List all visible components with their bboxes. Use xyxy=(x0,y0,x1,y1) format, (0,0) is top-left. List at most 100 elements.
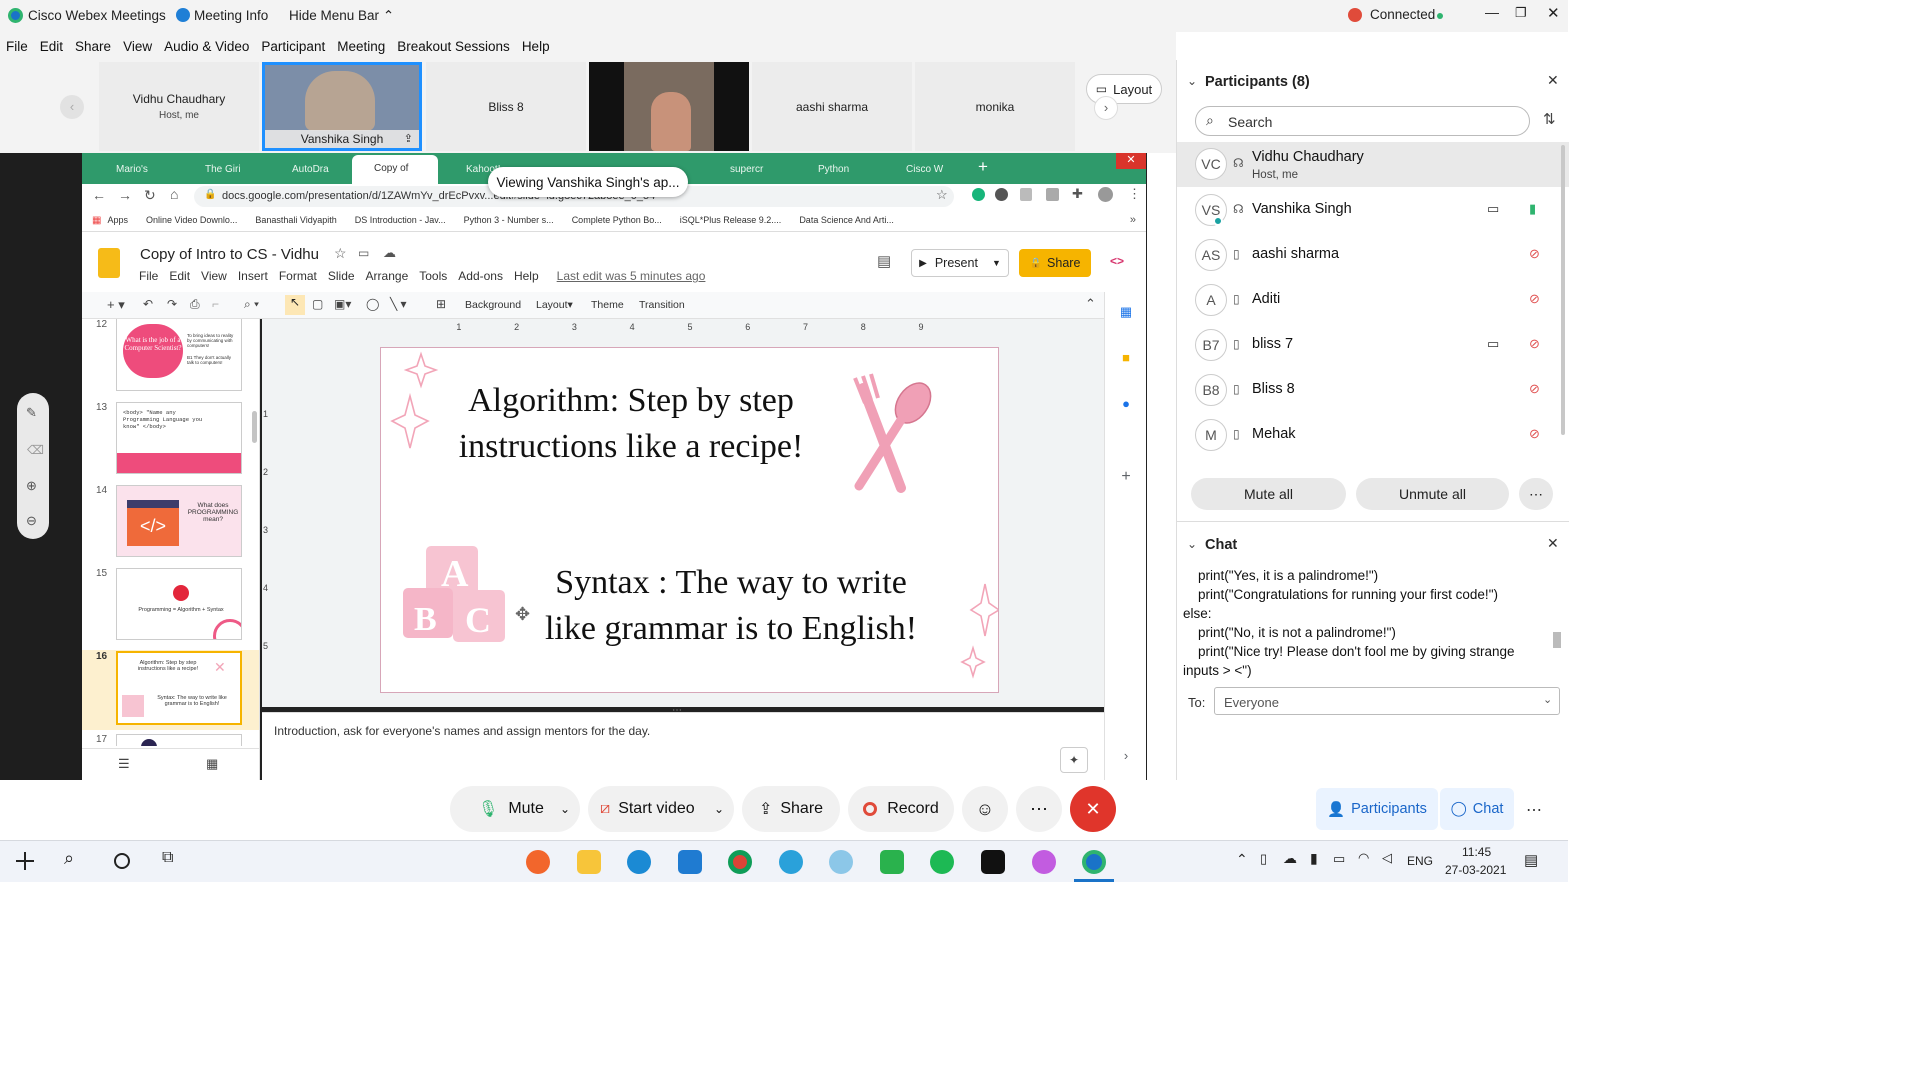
keep-icon[interactable]: ■ xyxy=(1105,350,1147,370)
browser-tab[interactable]: Python xyxy=(796,158,874,182)
connection-status[interactable]: Connected xyxy=(1370,7,1435,22)
mic-muted-icon[interactable]: ⊘ xyxy=(1529,246,1540,262)
bookmark-item[interactable]: Data Science And Arti... xyxy=(799,215,894,225)
present-button[interactable]: ▶ Present ▼ xyxy=(911,249,1009,277)
mic-active-icon[interactable]: ▮ xyxy=(1529,201,1536,217)
participant-row[interactable]: A ▯ Aditi ⊘ xyxy=(1177,278,1569,323)
slides-menu-insert[interactable]: Insert xyxy=(238,269,268,283)
comments-icon[interactable]: ▤ xyxy=(877,252,891,270)
share-doc-button[interactable]: 🔒 Share xyxy=(1019,249,1091,277)
vscode-icon[interactable] xyxy=(678,850,702,874)
pycharm-icon[interactable] xyxy=(981,850,1005,874)
textbox-tool-icon[interactable]: ▢ xyxy=(312,297,323,311)
leave-meeting-button[interactable]: ✕ xyxy=(1070,786,1116,832)
chevron-down-icon[interactable]: ⌄ xyxy=(1187,74,1197,88)
chat-toggle-button[interactable]: ◯ Chat xyxy=(1440,788,1514,830)
video-tile-camera[interactable] xyxy=(589,62,749,151)
onedrive-icon[interactable]: ☁ xyxy=(1283,850,1297,867)
explore-icon[interactable]: ✦ xyxy=(1060,747,1088,773)
new-slide-icon[interactable]: + ▾ xyxy=(107,297,125,313)
mute-button[interactable]: 🎙 Mute ⌄ xyxy=(450,786,580,832)
video-tile-vanshika[interactable]: Vanshika Singh ⇪ xyxy=(262,62,422,151)
reactions-button[interactable]: ☺ xyxy=(962,786,1008,832)
participant-row[interactable]: B7 ▯ bliss 7 ▭ ⊘ xyxy=(1177,323,1569,368)
menu-breakout-sessions[interactable]: Breakout Sessions xyxy=(397,39,510,60)
select-tool-icon[interactable]: ↖ xyxy=(285,295,305,315)
strip-next-icon[interactable]: › xyxy=(1094,96,1118,120)
meeting-info-button[interactable]: Meeting Info xyxy=(194,8,268,23)
menu-share[interactable]: Share xyxy=(75,39,111,60)
more-bookmarks-icon[interactable]: » xyxy=(1130,214,1136,226)
speaker-notes[interactable]: Introduction, ask for everyone's names a… xyxy=(262,705,1104,780)
calendar-icon[interactable]: ▦ xyxy=(1105,304,1147,324)
search-taskbar-icon[interactable]: ⌕ xyxy=(64,848,74,869)
tray-chevron-icon[interactable]: ⌃ xyxy=(1236,851,1248,868)
print-icon[interactable]: ⎙ xyxy=(190,297,200,312)
addon-icon[interactable]: <> xyxy=(1110,254,1124,268)
undo-icon[interactable]: ↶ xyxy=(143,297,153,311)
menu-participant[interactable]: Participant xyxy=(261,39,325,60)
participant-row[interactable]: VS ☊ Vanshika Singh ▭ ▮ xyxy=(1177,188,1569,233)
bookmark-item[interactable]: Banasthali Vidyapith xyxy=(255,215,336,225)
video-on-icon[interactable]: ▭ xyxy=(1487,201,1499,217)
zoom-out-icon[interactable]: ⊖ xyxy=(26,513,37,529)
more-panels-icon[interactable]: ⋯ xyxy=(1526,800,1542,820)
list-view-icon[interactable]: ☰ xyxy=(118,756,130,772)
chevron-down-icon[interactable]: ⌄ xyxy=(560,802,570,816)
move-folder-icon[interactable]: ▭ xyxy=(358,246,369,260)
new-tab-icon[interactable]: + xyxy=(978,157,988,177)
bookmark-item[interactable]: Complete Python Bo... xyxy=(572,215,662,225)
participants-scrollbar[interactable] xyxy=(1561,145,1565,435)
language-indicator[interactable]: ENG xyxy=(1407,854,1433,868)
present-dropdown-icon[interactable]: ▼ xyxy=(992,258,1001,268)
browser-tab[interactable]: supercr xyxy=(708,158,786,182)
participant-search-input[interactable]: ⌕ Search xyxy=(1195,106,1530,136)
tray-icon[interactable]: ▯ xyxy=(1260,851,1267,867)
slide-thumbnail-12[interactable]: What is the job of a Computer Scientist?… xyxy=(116,319,242,391)
theme-button[interactable]: Theme xyxy=(591,299,624,311)
slides-menu-slide[interactable]: Slide xyxy=(328,269,355,283)
menu-edit[interactable]: Edit xyxy=(40,39,63,60)
browser-tab[interactable]: AutoDra xyxy=(270,158,348,182)
background-button[interactable]: Background xyxy=(465,299,521,311)
webex-taskbar-icon[interactable] xyxy=(1082,850,1106,874)
app-icon[interactable] xyxy=(1032,850,1056,874)
grid-view-icon[interactable]: ▦ xyxy=(206,756,218,772)
zoom-in-icon[interactable]: ⊕ xyxy=(26,478,37,494)
mic-tray-icon[interactable]: ▮ xyxy=(1310,850,1318,867)
layout-menu-button[interactable]: Layout▾ xyxy=(536,299,573,311)
cortana-icon[interactable] xyxy=(114,853,130,869)
share-button[interactable]: ⇪ Share xyxy=(742,786,840,832)
browser-menu-icon[interactable]: ⋮ xyxy=(1128,186,1141,202)
doc-title[interactable]: Copy of Intro to CS - Vidhu xyxy=(140,246,319,263)
participant-row[interactable]: VC ☊ Vidhu Chaudhary Host, me xyxy=(1177,142,1569,187)
filmstrip-scrollbar[interactable] xyxy=(252,411,257,443)
unmute-all-button[interactable]: Unmute all xyxy=(1356,478,1509,510)
more-controls-icon[interactable]: ⋯ xyxy=(1016,786,1062,832)
panel-expand-icon[interactable]: › xyxy=(1105,748,1147,768)
paint-icon[interactable] xyxy=(829,850,853,874)
shape-tool-icon[interactable]: ◯ xyxy=(366,297,379,311)
slides-menu-format[interactable]: Format xyxy=(279,269,317,283)
slide-thumbnail-15[interactable]: Programming = Algorithm + Syntax xyxy=(116,568,242,640)
collapse-toolbar-icon[interactable]: ⌃ xyxy=(1085,296,1096,312)
mic-muted-icon[interactable]: ⊘ xyxy=(1529,426,1540,442)
battery-icon[interactable]: ▭ xyxy=(1333,851,1345,867)
slide-thumbnail-16[interactable]: Algorithm: Step by step instructions lik… xyxy=(116,651,242,725)
participant-row[interactable]: B8 ▯ Bliss 8 ⊘ xyxy=(1177,368,1569,413)
maximize-icon[interactable]: ❐ xyxy=(1515,5,1527,21)
annotate-pen-icon[interactable]: ✎ xyxy=(26,405,37,421)
puzzle-icon[interactable]: ✚ xyxy=(1072,186,1083,202)
wifi-icon[interactable]: ◠ xyxy=(1358,850,1369,866)
star-icon[interactable]: ☆ xyxy=(334,245,347,262)
menu-help[interactable]: Help xyxy=(522,39,550,60)
slides-menu-view[interactable]: View xyxy=(201,269,227,283)
telegram-icon[interactable] xyxy=(779,850,803,874)
chat-chevron-icon[interactable]: ⌄ xyxy=(1187,537,1197,551)
notifications-icon[interactable]: ▤ xyxy=(1524,851,1538,869)
minimize-icon[interactable]: — xyxy=(1485,4,1499,20)
image-tool-icon[interactable]: ▣▾ xyxy=(334,297,351,311)
mute-all-button[interactable]: Mute all xyxy=(1191,478,1346,510)
current-slide[interactable]: A B C ✥ Algorithm: Step by step instruct… xyxy=(380,347,999,693)
notes-drag-handle[interactable]: ⋯ xyxy=(672,705,682,716)
